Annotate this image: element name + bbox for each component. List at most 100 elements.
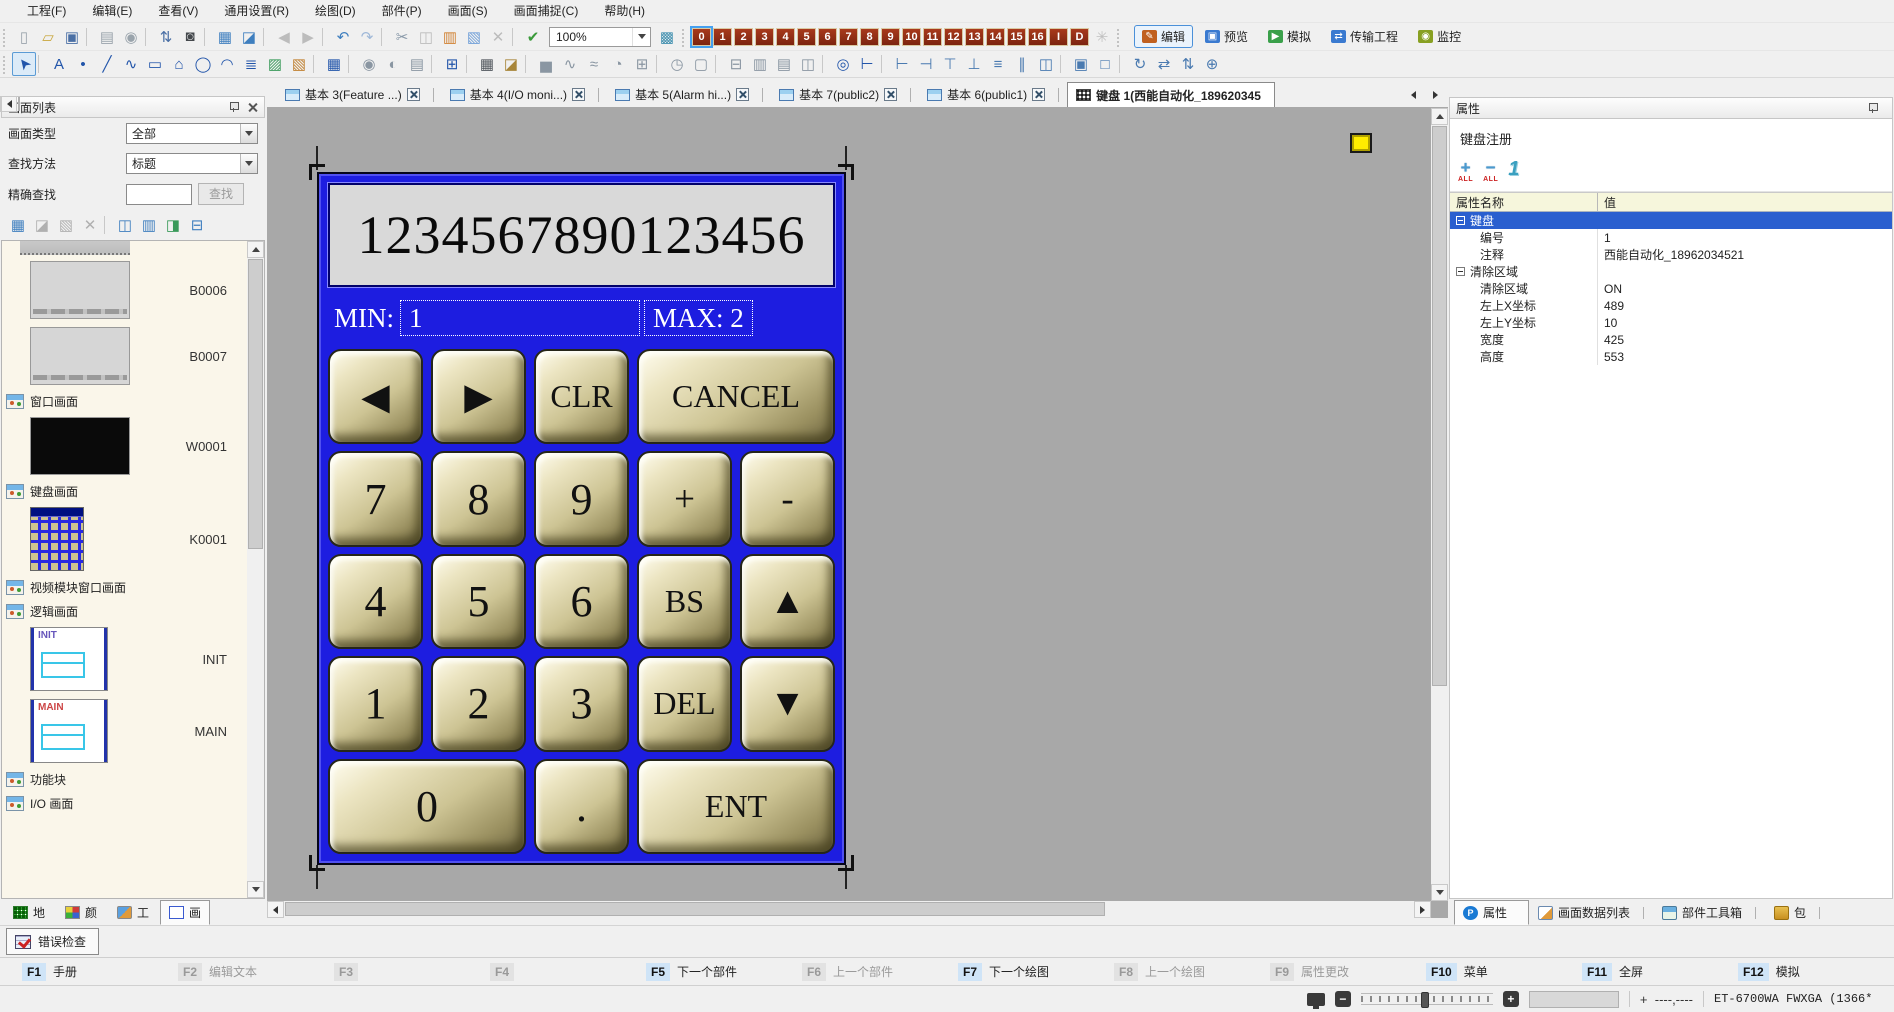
right-panel-tab[interactable]: 画面数据列表 (1529, 900, 1653, 925)
toolbar-icon[interactable] (86, 28, 93, 46)
property-row[interactable]: 清除区域 ON (1450, 280, 1892, 297)
keypad-key[interactable]: 3 (534, 656, 629, 751)
keypad-key[interactable]: BS (637, 554, 732, 649)
draw-tool-icon[interactable]: ▥ (748, 52, 772, 76)
draw-tool-icon[interactable]: ▢ (689, 52, 713, 76)
function-key[interactable]: F7 下一个绘图 (958, 963, 1114, 981)
keypad-key[interactable]: DEL (637, 656, 732, 751)
function-key[interactable]: F3 (334, 963, 490, 981)
scroll-right-icon[interactable] (1414, 901, 1431, 918)
draw-tool-icon[interactable] (1060, 55, 1067, 73)
draw-tool-icon[interactable]: ◷ (665, 52, 689, 76)
function-key[interactable]: F8 上一个绘图 (1114, 963, 1270, 981)
screen-list-tool-icon[interactable]: ◨ (161, 213, 185, 237)
toolbar-icon[interactable] (145, 28, 152, 46)
draw-tool-icon[interactable] (348, 55, 355, 73)
pin-icon[interactable] (228, 101, 239, 113)
menu-item[interactable]: 工程(F) (14, 0, 79, 22)
screen-list-tool-icon[interactable]: ⊟ (185, 213, 209, 237)
draw-tool-icon[interactable]: ∥ (1010, 52, 1034, 76)
scroll-thumb[interactable] (18, 97, 20, 111)
screen-list-tool-icon[interactable]: ▧ (54, 213, 78, 237)
expand-icon[interactable] (1456, 216, 1465, 225)
tab-close-icon[interactable] (572, 88, 585, 101)
scroll-down-icon[interactable] (1431, 884, 1448, 901)
scroll-down-icon[interactable] (247, 881, 264, 898)
property-value[interactable] (1598, 263, 1892, 280)
screen-thumbnail[interactable]: MAIN (30, 699, 108, 763)
draw-tool-icon[interactable]: ∿ (558, 52, 582, 76)
screen-list-item[interactable]: INIT INIT INIT (2, 623, 247, 695)
keypad-key[interactable]: - (740, 451, 835, 546)
draw-tool-icon[interactable]: ▦ (475, 52, 499, 76)
scroll-left-icon[interactable] (267, 901, 284, 918)
screen-number-button[interactable]: 11 (923, 28, 942, 46)
screen-thumbnail[interactable] (30, 417, 130, 475)
draw-tool-icon[interactable]: ⇄ (1152, 52, 1176, 76)
right-panel-tab[interactable]: 包 (1765, 900, 1829, 925)
add-all-button[interactable]: + ALL (1458, 159, 1473, 183)
keypad-key[interactable]: 4 (328, 554, 423, 649)
screen-thumbnail[interactable] (30, 327, 130, 385)
draw-tool-icon[interactable]: ▦ (322, 52, 346, 76)
filter-select[interactable]: 标题 (126, 153, 258, 174)
screen-list-item[interactable]: W0001 W0001 (2, 413, 247, 479)
draw-tool-icon[interactable] (822, 55, 829, 73)
draw-tool-icon[interactable]: ▤ (772, 52, 796, 76)
property-row[interactable]: 左上Y坐标 10 (1450, 314, 1892, 331)
toolbar-grip[interactable] (682, 27, 688, 47)
property-row[interactable]: 高度 553 (1450, 348, 1892, 365)
tab-scroll-right-icon[interactable] (1428, 87, 1442, 103)
draw-tool-icon[interactable] (431, 55, 438, 73)
toolbar-icon[interactable]: ✕ (486, 25, 510, 49)
mode-button[interactable]: ▣ 预览 (1197, 25, 1256, 48)
keypad-key[interactable]: ▼ (740, 656, 835, 751)
right-panel-tab[interactable]: P 属性 (1454, 900, 1529, 925)
function-key[interactable]: F2 编辑文本 (178, 963, 334, 981)
screen-list-tool-icon[interactable]: ◫ (113, 213, 137, 237)
toolbar-icon[interactable]: ◫ (414, 25, 438, 49)
scroll-right-icon[interactable] (0, 96, 1, 112)
draw-tool-icon[interactable]: ▅ (534, 52, 558, 76)
tab-close-icon[interactable] (1032, 88, 1045, 101)
tab-close-icon[interactable] (736, 88, 749, 101)
draw-tool-icon[interactable]: □ (1093, 52, 1117, 76)
draw-tool-icon[interactable] (1119, 55, 1126, 73)
menu-item[interactable]: 部件(P) (369, 0, 435, 22)
menu-item[interactable]: 画面(S) (435, 0, 501, 22)
draw-tool-icon[interactable] (525, 55, 532, 73)
draw-tool-icon[interactable]: ◐ (381, 52, 405, 76)
function-key[interactable]: F5 下一个部件 (646, 963, 802, 981)
toolbar-icon[interactable] (512, 28, 519, 46)
screen-number-button[interactable]: 9 (881, 28, 900, 46)
draw-tool-icon[interactable]: ⊢ (890, 52, 914, 76)
mode-button[interactable]: ◉ 监控 (1410, 25, 1469, 48)
pin-icon[interactable] (1867, 102, 1878, 114)
draw-tool-icon[interactable]: ▭ (143, 52, 167, 76)
screen-list-tool-icon[interactable]: ▥ (137, 213, 161, 237)
screen-thumbnail[interactable] (30, 507, 84, 571)
keypad-key[interactable]: . (534, 759, 629, 854)
toolbar-icon[interactable]: ▶ (296, 25, 320, 49)
property-value[interactable]: 553 (1598, 348, 1892, 365)
left-panel-tab[interactable]: 工 (108, 900, 158, 925)
toolbar-icon[interactable]: ↶ (331, 25, 355, 49)
toolbar-icon[interactable]: ◙ (178, 25, 202, 49)
draw-tool-icon[interactable]: ▣ (1069, 52, 1093, 76)
property-value[interactable]: 1 (1598, 229, 1892, 246)
toolbar-icon[interactable]: ◀ (272, 25, 296, 49)
menu-item[interactable]: 查看(V) (145, 0, 211, 22)
screen-list-tool-icon[interactable]: ◪ (30, 213, 54, 237)
screen-number-button[interactable]: 6 (818, 28, 837, 46)
draw-tool-icon[interactable]: ◪ (499, 52, 523, 76)
screen-number-button[interactable]: 4 (776, 28, 795, 46)
mode-button[interactable]: ⇄ 传输工程 (1323, 25, 1406, 48)
keypad-key[interactable]: 6 (534, 554, 629, 649)
property-row[interactable]: 编号 1 (1450, 229, 1892, 246)
draw-tool-icon[interactable]: ⊞ (440, 52, 464, 76)
keypad-key[interactable]: ENT (637, 759, 835, 854)
draw-tool-icon[interactable]: ⊣ (914, 52, 938, 76)
keypad-screen-object[interactable]: 1234567890123456 MIN: 1 MAX: 2 ◀▶CLRCANC… (317, 172, 846, 865)
draw-tool-icon[interactable]: ⊟ (724, 52, 748, 76)
toolbar-icon[interactable] (204, 28, 211, 46)
